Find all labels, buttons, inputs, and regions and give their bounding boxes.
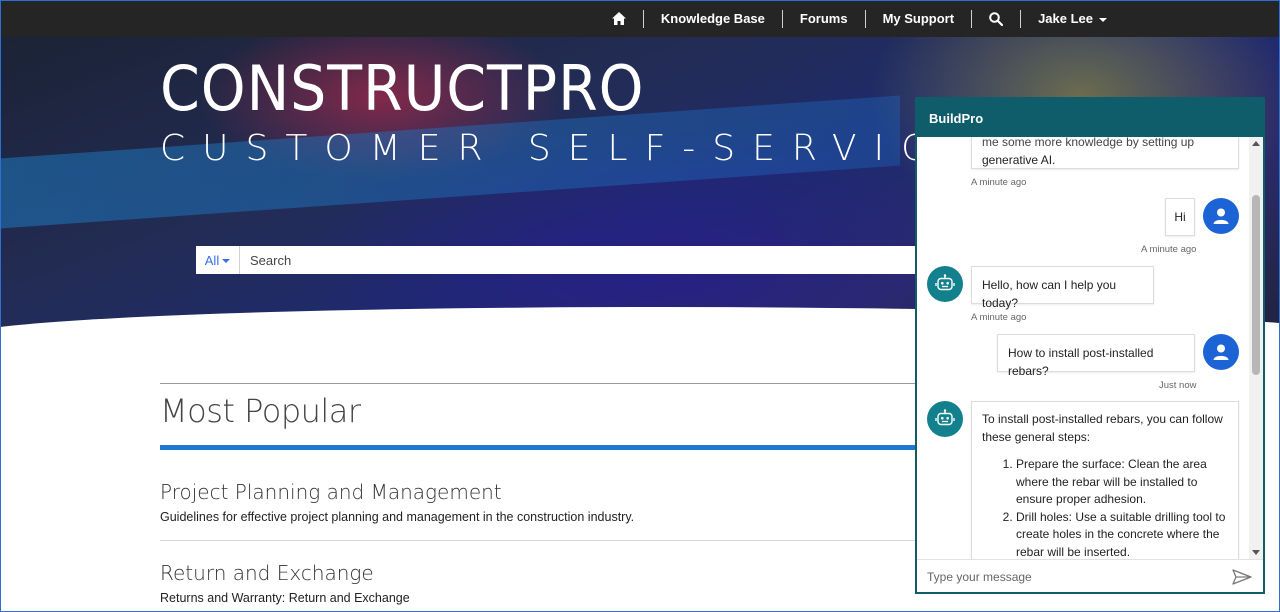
chat-composer	[917, 559, 1263, 594]
chat-widget: BuildPro me some more knowledge by setti…	[915, 97, 1265, 594]
main-content: Most Popular Project Planning and Manage…	[160, 383, 920, 605]
search-icon	[989, 11, 1004, 26]
chevron-down-icon	[1099, 17, 1107, 22]
user-avatar	[1203, 198, 1239, 234]
scroll-thumb[interactable]	[1252, 195, 1260, 375]
message-timestamp: A minute ago	[971, 177, 1027, 188]
list-item: Prepare the surface: Clean the area wher…	[1016, 456, 1228, 509]
chevron-down-icon	[222, 259, 231, 263]
home-icon	[611, 12, 626, 25]
user-message: Hi	[1165, 198, 1195, 236]
nav-knowledge-base[interactable]: Knowledge Base	[642, 9, 782, 28]
section-title: Most Popular	[160, 392, 361, 430]
user-icon	[1213, 208, 1229, 224]
bot-icon	[935, 274, 955, 291]
bot-message: To install post-installed rebars, you ca…	[971, 401, 1239, 559]
bot-avatar	[927, 266, 963, 302]
hero-title: CONSTRUCTPRO	[160, 52, 645, 125]
divider	[160, 383, 920, 384]
article-title-link[interactable]: Project Planning and Management	[160, 480, 920, 504]
bot-message: me some more knowledge by setting up gen…	[971, 137, 1239, 169]
list-item: Drill holes: Use a suitable drilling too…	[1016, 509, 1228, 560]
bot-avatar	[927, 401, 963, 437]
message-timestamp: A minute ago	[971, 312, 1027, 323]
article-item: Project Planning and Management Guidelin…	[160, 450, 920, 541]
message-text: generative AI.	[982, 152, 1056, 167]
chat-transcript[interactable]: me some more knowledge by setting up gen…	[917, 137, 1249, 559]
user-icon	[1213, 344, 1229, 360]
search-filter-dropdown[interactable]: All	[196, 246, 240, 274]
chat-message-input[interactable]	[917, 570, 1227, 584]
message-text: To install post-installed rebars, you ca…	[982, 412, 1223, 444]
search-input[interactable]	[240, 246, 926, 274]
message-text: me some more knowledge by setting up	[982, 137, 1195, 149]
user-message: How to install post-installed rebars?	[997, 334, 1195, 378]
scroll-up-icon[interactable]	[1252, 141, 1260, 146]
message-timestamp: Just now	[1159, 380, 1197, 391]
article-item: Return and Exchange Returns and Warranty…	[160, 541, 920, 605]
user-name: Jake Lee	[1038, 10, 1093, 26]
nav-forums[interactable]: Forums	[781, 9, 865, 28]
hero-subtitle: CUSTOMER SELF-SERVICE	[160, 128, 984, 169]
scroll-down-icon[interactable]	[1252, 550, 1260, 555]
steps-list: Prepare the surface: Clean the area wher…	[982, 456, 1228, 559]
message-text: Hi	[1174, 210, 1186, 224]
top-nav: Knowledge Base Forums My Support Jake Le…	[0, 0, 1280, 37]
article-description: Returns and Warranty: Return and Exchang…	[160, 591, 410, 605]
article-description: Guidelines for effective project plannin…	[160, 510, 635, 524]
message-text: How to install post-installed rebars?	[1008, 346, 1154, 378]
send-icon	[1232, 569, 1252, 585]
chat-header: BuildPro	[917, 99, 1263, 137]
search-bar: All	[196, 246, 926, 274]
chat-scrollbar[interactable]	[1249, 137, 1263, 559]
user-avatar	[1203, 334, 1239, 370]
nav-home[interactable]	[595, 10, 643, 28]
search-filter-label: All	[204, 252, 220, 268]
nav-my-support[interactable]: My Support	[864, 9, 972, 28]
message-text: Hello, how can I help you today?	[982, 278, 1117, 310]
nav-user-menu[interactable]: Jake Lee	[1020, 9, 1124, 28]
bot-icon	[935, 409, 955, 426]
send-button[interactable]	[1227, 562, 1257, 592]
chat-title: BuildPro	[929, 110, 984, 126]
bot-message: Hello, how can I help you today?	[971, 266, 1154, 310]
article-title-link[interactable]: Return and Exchange	[160, 561, 920, 585]
nav-search[interactable]	[971, 9, 1020, 28]
message-timestamp: A minute ago	[1141, 244, 1197, 255]
